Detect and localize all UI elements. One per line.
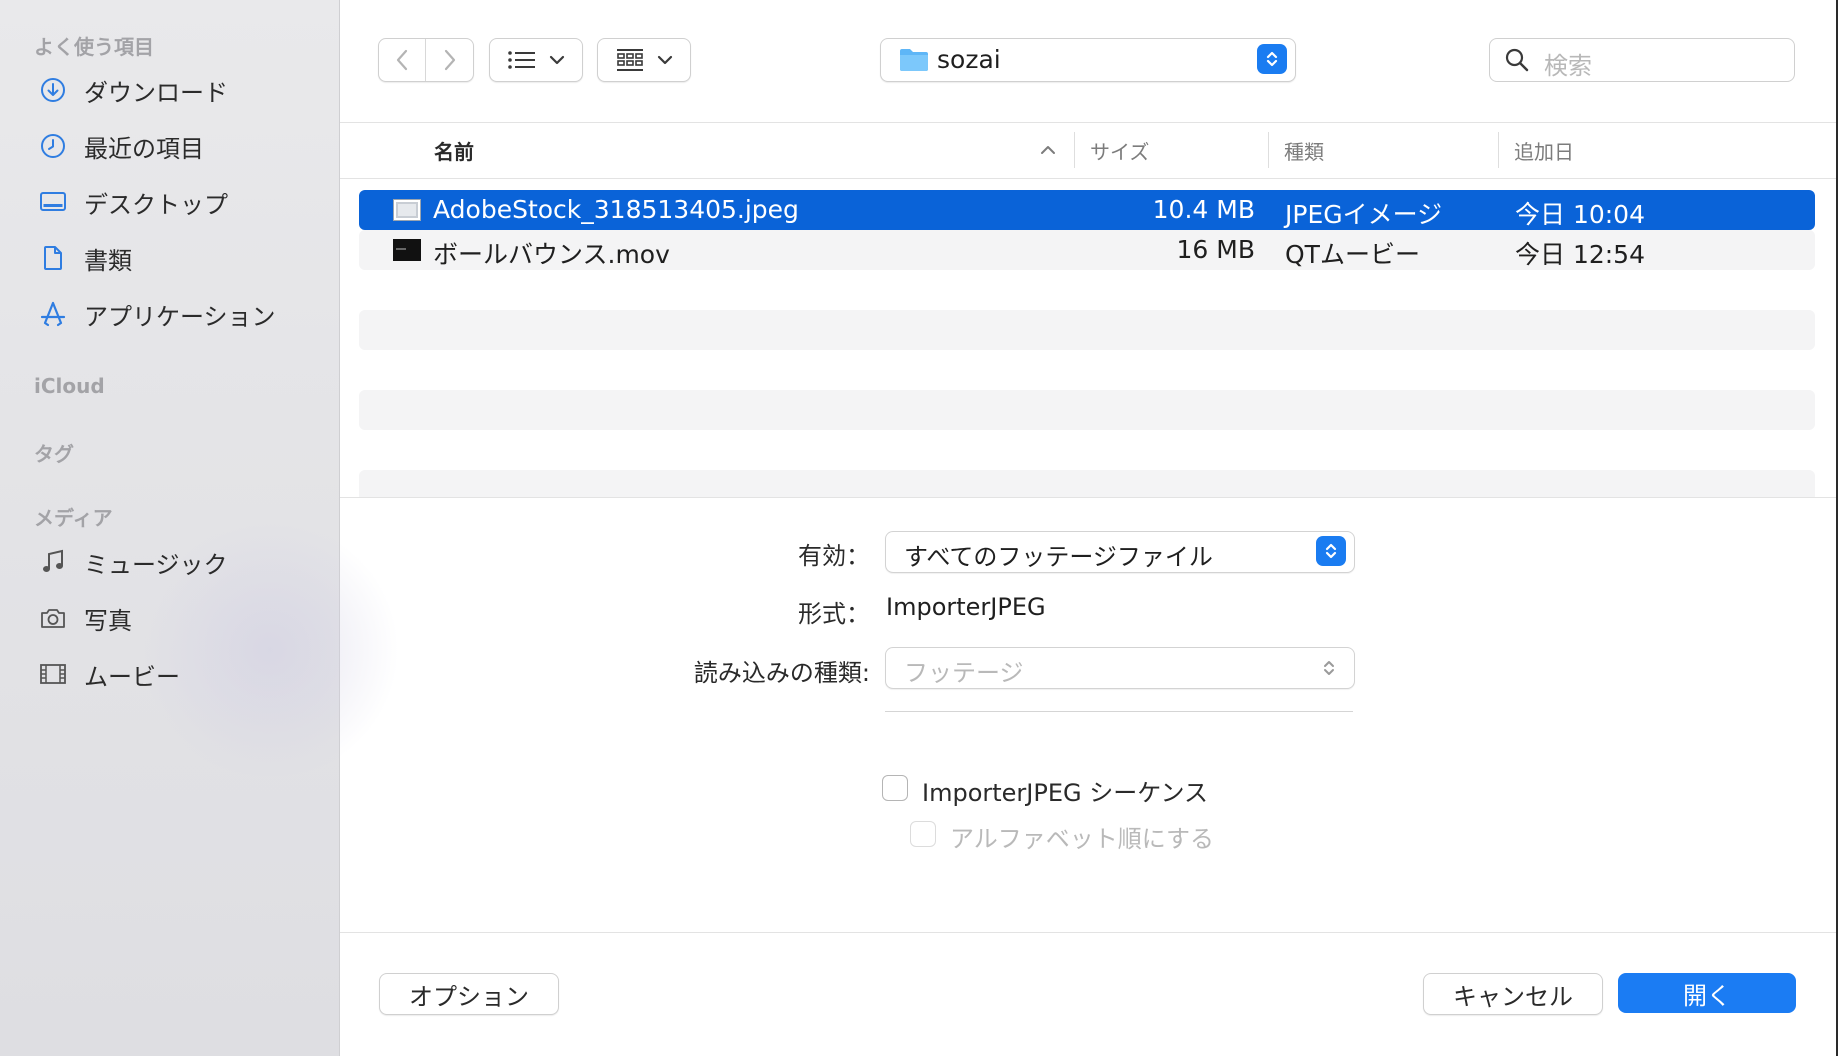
sidebar: よく使う項目 ダウンロード 最近の項目 デスクトップ 書類 アプリケーション i…: [0, 0, 400, 1056]
sidebar-item-applications[interactable]: アプリケーション: [36, 290, 326, 338]
clock-icon: [36, 129, 70, 163]
cancel-button[interactable]: キャンセル: [1423, 973, 1603, 1015]
empty-row-stripe: [359, 310, 1815, 350]
list-view-button[interactable]: [489, 38, 583, 82]
empty-row-stripe: [359, 390, 1815, 430]
music-note-icon: [36, 545, 70, 579]
applications-icon: [36, 297, 70, 331]
sidebar-item-label: ダウンロード: [84, 78, 228, 107]
file-kind: JPEGイメージ: [1285, 200, 1443, 229]
popup-stepper-icon: [1316, 536, 1346, 566]
folder-path-popup[interactable]: sozai: [880, 38, 1296, 82]
file-kind: QTムービー: [1285, 240, 1420, 269]
file-date-added: 今日 10:04: [1515, 200, 1645, 229]
column-header-date-added[interactable]: 追加日: [1514, 136, 1574, 165]
column-header-name[interactable]: 名前: [434, 136, 474, 165]
chevron-down-icon: [657, 55, 673, 65]
sequence-checkbox[interactable]: [882, 775, 908, 801]
sidebar-icloud-header[interactable]: iCloud: [34, 374, 105, 398]
file-date-added: 今日 12:54: [1515, 240, 1645, 269]
document-icon: [36, 241, 70, 275]
divider: [340, 497, 1836, 498]
icon-view-button[interactable]: [597, 38, 691, 82]
chevron-right-icon: [444, 49, 455, 71]
format-label: 形式：: [798, 600, 870, 628]
enable-popup[interactable]: すべてのフッテージファイル: [885, 531, 1355, 573]
file-name: AdobeStock_318513405.jpeg: [433, 195, 799, 224]
empty-row-stripe: [359, 470, 1815, 497]
list-view-icon: [508, 51, 535, 69]
movie-file-icon: [393, 239, 421, 261]
file-size: 16 MB: [1176, 235, 1255, 264]
folder-icon: [900, 49, 928, 71]
sidebar-item-desktop[interactable]: デスクトップ: [36, 178, 326, 226]
sidebar-item-label: 写真: [84, 606, 132, 635]
popup-stepper-icon: [1324, 661, 1334, 675]
search-placeholder: 検索: [1544, 52, 1592, 80]
chevron-down-icon: [549, 55, 565, 65]
current-folder-label: sozai: [937, 45, 1001, 74]
column-divider[interactable]: [1268, 132, 1269, 168]
sidebar-item-downloads[interactable]: ダウンロード: [36, 66, 326, 114]
sidebar-media-header: メディア: [34, 506, 113, 530]
sort-ascending-icon: [1041, 146, 1055, 154]
sidebar-item-photos[interactable]: 写真: [36, 594, 326, 642]
alphabetical-order-checkbox[interactable]: [910, 821, 936, 847]
alphabetical-order-label: アルファベット順にする: [950, 825, 1214, 853]
enable-value: すべてのフッテージファイル: [904, 543, 1213, 571]
format-value: ImporterJPEG: [886, 593, 1046, 621]
divider: [885, 711, 1353, 712]
camera-icon: [36, 601, 70, 635]
divider: [340, 178, 1836, 179]
file-size: 10.4 MB: [1152, 195, 1255, 224]
file-open-dialog: よく使う項目 ダウンロード 最近の項目 デスクトップ 書類 アプリケーション i…: [0, 0, 1836, 1056]
import-kind-label: 読み込みの種類:: [693, 659, 870, 687]
import-kind-value: フッテージ: [904, 659, 1024, 687]
sidebar-item-recents[interactable]: 最近の項目: [36, 122, 326, 170]
column-divider[interactable]: [1074, 132, 1075, 168]
sidebar-item-label: ミュージック: [84, 550, 228, 579]
sidebar-item-music[interactable]: ミュージック: [36, 538, 326, 586]
sidebar-item-label: ムービー: [84, 662, 180, 691]
desktop-icon: [36, 185, 70, 219]
forward-button[interactable]: [427, 39, 473, 81]
sidebar-favorites-header: よく使う項目: [34, 35, 154, 59]
grid-view-icon: [617, 49, 643, 71]
image-file-icon: [393, 199, 421, 221]
download-icon: [36, 73, 70, 107]
sidebar-item-label: デスクトップ: [84, 190, 228, 219]
column-header-size[interactable]: サイズ: [1090, 136, 1149, 165]
file-row[interactable]: AdobeStock_318513405.jpeg 10.4 MB JPEGイメ…: [359, 190, 1815, 230]
file-row[interactable]: ボールバウンス.mov 16 MB QTムービー 今日 12:54: [359, 230, 1815, 270]
sidebar-item-label: 最近の項目: [84, 134, 204, 163]
divider: [340, 932, 1836, 933]
popup-stepper-icon: [1257, 44, 1287, 74]
back-button[interactable]: [379, 39, 427, 81]
options-button[interactable]: オプション: [379, 973, 559, 1015]
sidebar-item-documents[interactable]: 書類: [36, 234, 326, 282]
film-icon: [36, 657, 70, 691]
chevron-left-icon: [397, 49, 408, 71]
sidebar-item-movies[interactable]: ムービー: [36, 650, 326, 698]
sidebar-tags-header[interactable]: タグ: [34, 438, 74, 467]
search-field[interactable]: 検索: [1489, 38, 1795, 82]
column-divider[interactable]: [1498, 132, 1499, 168]
search-icon: [1505, 48, 1529, 72]
sequence-checkbox-label: ImporterJPEG シーケンス: [922, 779, 1209, 807]
enable-label: 有効：: [798, 542, 870, 570]
import-kind-popup[interactable]: フッテージ: [885, 647, 1355, 689]
sidebar-item-label: アプリケーション: [84, 302, 276, 331]
open-button[interactable]: 開く: [1618, 973, 1796, 1013]
file-name: ボールバウンス.mov: [433, 240, 670, 269]
divider: [340, 122, 1836, 123]
column-header-kind[interactable]: 種類: [1284, 136, 1324, 165]
sidebar-item-label: 書類: [84, 246, 132, 275]
nav-buttons: [378, 38, 474, 82]
